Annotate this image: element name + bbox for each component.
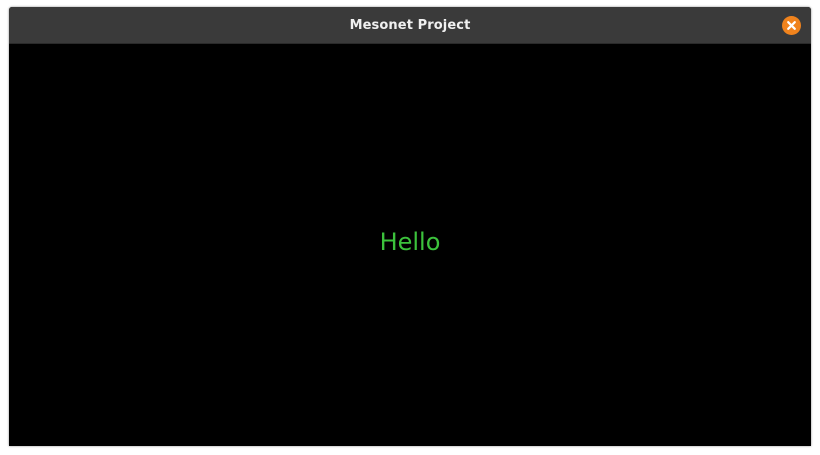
title-bar[interactable]: Mesonet Project bbox=[9, 7, 811, 44]
hello-label: Hello bbox=[379, 228, 441, 256]
app-window: Mesonet Project Hello bbox=[9, 7, 811, 446]
window-title: Mesonet Project bbox=[349, 18, 471, 33]
content-area: Hello bbox=[9, 44, 811, 446]
close-button[interactable] bbox=[782, 16, 801, 35]
close-icon bbox=[782, 16, 801, 35]
